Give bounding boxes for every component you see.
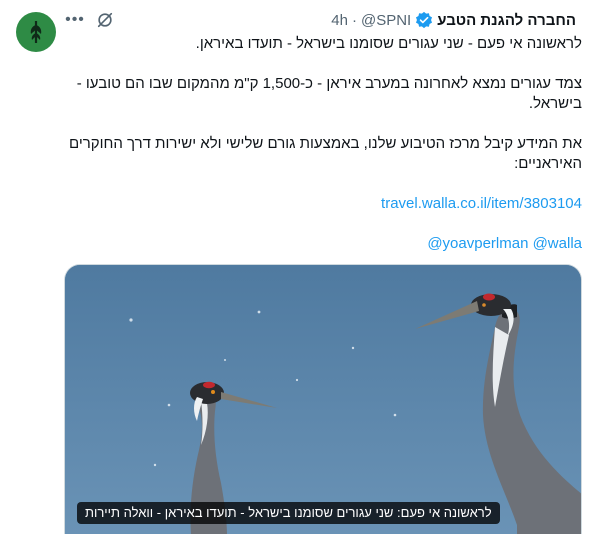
account-handle[interactable]: @SPNI [361,12,411,29]
tweet-line-1: לראשונה אי פעם - שני עגורים שסומנו בישרא… [195,35,582,52]
more-icon[interactable]: ••• [64,10,86,30]
verified-badge-icon [416,11,433,29]
card-caption: לראשונה אי פעם: שני עגורים שסומנו בישראל… [77,502,500,524]
article-link[interactable]: travel.walla.co.il/item/3803104 [381,194,582,214]
grok-icon[interactable] [96,11,114,29]
spni-logo-icon [30,21,42,43]
tweet-header: ••• החברה להגנת הטבע @SPNI · 4h [64,10,576,32]
avatar[interactable] [16,12,56,52]
cranes-photo [65,265,581,534]
tweet-text: לראשונה אי פעם - שני עגורים שסומנו בישרא… [64,34,582,254]
display-name[interactable]: החברה להגנת הטבע [437,12,576,29]
timestamp[interactable]: 4h [331,12,348,29]
mentions[interactable]: @yoavperlman @walla [427,234,582,254]
separator-dot: · [351,11,357,29]
link-card-image[interactable]: לראשונה אי פעם: שני עגורים שסומנו בישראל… [64,264,582,534]
tweet-paragraph-3: את המידע קיבל מרכז הטיבוע שלנו, באמצעות … [68,135,582,172]
tweet-paragraph-2: צמד עגורים נמצא לאחרונה במערב איראן - כ-… [76,75,582,112]
account-meta: החברה להגנת הטבע @SPNI · 4h [331,11,576,29]
